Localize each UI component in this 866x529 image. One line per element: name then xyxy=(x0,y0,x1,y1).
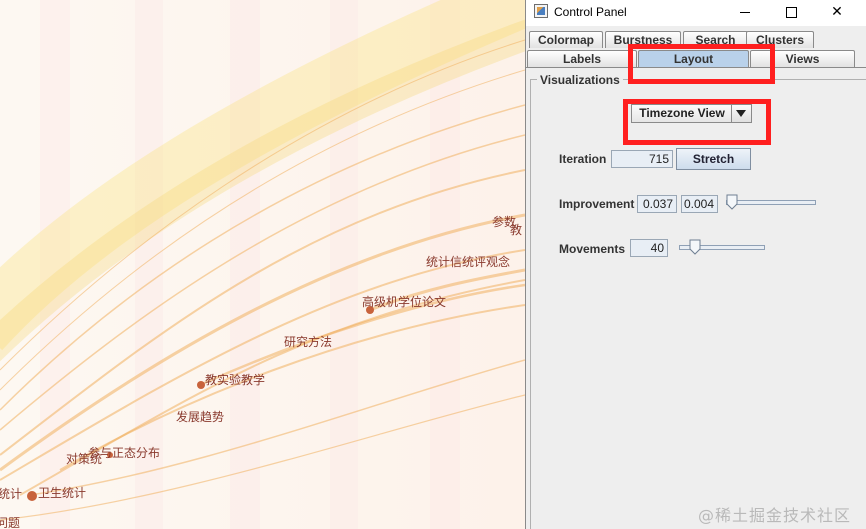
maximize-icon xyxy=(785,6,797,18)
stretch-button[interactable]: Stretch xyxy=(676,148,751,170)
maximize-button[interactable] xyxy=(768,0,814,24)
node-label: 研究方法 xyxy=(284,334,332,349)
improvement-field-2[interactable]: 0.004 xyxy=(681,195,718,213)
tab-labels[interactable]: Labels xyxy=(527,50,637,67)
node-label: 统计 xyxy=(0,487,22,501)
node-label: 教实验教学 xyxy=(205,372,265,387)
iteration-label: Iteration xyxy=(559,152,607,166)
node-label: 发展趋势 xyxy=(176,409,224,424)
movements-field[interactable]: 40 xyxy=(630,239,668,257)
iteration-field[interactable]: 715 xyxy=(611,150,673,168)
visualizations-group-title: Visualizations xyxy=(537,73,623,87)
minimize-button[interactable] xyxy=(722,0,768,24)
timezone-visualization-canvas[interactable]: 参数 教 统计信统评观念 高级机学位论文 研究方法 教实验教学 发展趋势 参与正… xyxy=(0,0,525,529)
movements-slider-thumb[interactable] xyxy=(689,239,701,255)
improvement-field-1[interactable]: 0.037 xyxy=(637,195,677,213)
view-dropdown-highlight xyxy=(623,99,771,145)
movements-label: Movements xyxy=(559,242,626,256)
node-label: 卫生统计 xyxy=(38,486,86,500)
node[interactable] xyxy=(197,381,205,389)
node-label: 教 xyxy=(510,222,522,237)
visualizations-group xyxy=(530,79,866,529)
layout-tab-highlight xyxy=(628,44,775,84)
node-label: 对策统 xyxy=(66,452,102,466)
improvement-slider[interactable] xyxy=(726,200,816,205)
node-label: 统计信统评观念 xyxy=(426,254,510,269)
improvement-label: Improvement xyxy=(559,197,635,211)
node[interactable] xyxy=(27,491,37,501)
title-bar[interactable]: Control Panel ✕ xyxy=(526,0,866,26)
java-app-icon xyxy=(534,4,548,18)
improvement-slider-thumb[interactable] xyxy=(726,194,738,210)
close-icon: ✕ xyxy=(831,4,843,20)
window-title: Control Panel xyxy=(554,5,627,19)
tab-colormap[interactable]: Colormap xyxy=(529,31,603,48)
close-button[interactable]: ✕ xyxy=(814,0,860,24)
watermark: @稀土掘金技术社区 xyxy=(698,506,852,525)
node-label: 高级机学位论文 xyxy=(362,294,446,309)
minimize-icon xyxy=(740,11,750,13)
node-label: 问题 xyxy=(0,516,20,529)
